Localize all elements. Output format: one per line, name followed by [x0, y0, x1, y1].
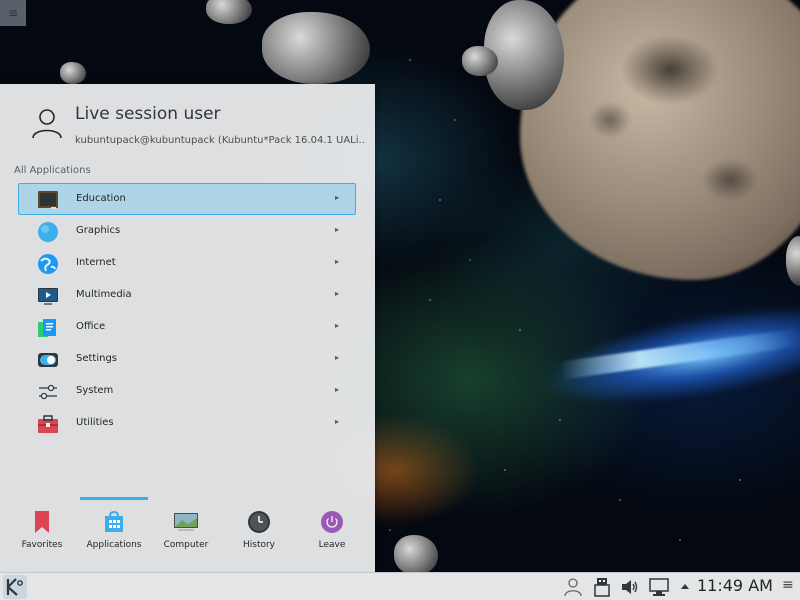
tab-leave[interactable]: Leave [296, 496, 368, 572]
user-name: Live session user [75, 104, 221, 124]
asteroid-small [262, 12, 370, 84]
chevron-right-icon: ▸ [334, 417, 339, 426]
volume-icon[interactable] [620, 577, 640, 597]
usb-icon[interactable] [592, 577, 612, 597]
tab-label: Applications [86, 540, 142, 550]
graphics-icon [38, 222, 58, 242]
chevron-right-icon: ▸ [334, 193, 339, 202]
clock-icon [248, 511, 270, 533]
desktop-toolbox-button[interactable]: ≡ [0, 0, 26, 26]
computer-icon [174, 513, 198, 531]
category-education[interactable]: Education ▸ [18, 183, 356, 215]
section-title: All Applications [14, 165, 91, 176]
category-office[interactable]: Office ▸ [18, 311, 356, 343]
category-multimedia[interactable]: Multimedia ▸ [18, 279, 356, 311]
tab-history[interactable]: History [223, 496, 295, 572]
chevron-right-icon: ▸ [334, 289, 339, 298]
category-system[interactable]: System ▸ [18, 375, 356, 407]
utilities-icon [38, 415, 58, 433]
category-label: Multimedia [76, 289, 132, 300]
applications-icon [105, 510, 123, 532]
tab-label: Computer [163, 540, 209, 550]
asteroid-small [60, 62, 86, 84]
tab-favorites[interactable]: Favorites [6, 496, 78, 572]
chevron-right-icon: ▸ [334, 321, 339, 330]
settings-icon [38, 353, 58, 367]
network-icon[interactable] [649, 577, 669, 597]
user-hostname: kubuntupack@kubuntupack (Kubuntu*Pack 16… [75, 135, 365, 146]
user-header: Live session user kubuntupack@kubuntupac… [0, 84, 375, 154]
category-label: System [76, 385, 114, 396]
asteroid-small [462, 46, 498, 76]
multimedia-icon [38, 288, 58, 305]
tab-computer[interactable]: Computer [150, 496, 222, 572]
taskbar-panel: 11:49 AM ≡ [0, 572, 800, 600]
category-label: Graphics [76, 225, 121, 236]
category-graphics[interactable]: Graphics ▸ [18, 215, 356, 247]
chevron-right-icon: ▸ [334, 225, 339, 234]
tab-applications[interactable]: Applications [78, 496, 150, 572]
user-avatar-icon[interactable] [30, 106, 64, 140]
tab-label: Leave [318, 540, 346, 550]
active-tab-indicator [80, 497, 148, 500]
category-utilities[interactable]: Utilities ▸ [18, 407, 356, 439]
category-label: Office [76, 321, 106, 332]
office-icon [38, 319, 56, 337]
category-label: Education [76, 193, 126, 204]
asteroid-small [394, 535, 438, 575]
chevron-right-icon: ▸ [334, 385, 339, 394]
tab-label: History [242, 540, 276, 550]
menu-icon[interactable]: ≡ [782, 577, 794, 593]
education-icon [38, 191, 58, 209]
tab-label: Favorites [21, 540, 63, 550]
application-category-list: Education ▸ Graphics ▸ Internet ▸ Multim… [18, 183, 356, 439]
internet-icon [38, 254, 58, 274]
category-label: Internet [76, 257, 116, 268]
bookmark-icon [35, 511, 49, 533]
category-settings[interactable]: Settings ▸ [18, 343, 356, 375]
user-icon[interactable] [563, 577, 583, 597]
power-icon [321, 511, 343, 533]
expand-arrow-icon[interactable] [679, 577, 691, 597]
category-label: Settings [76, 353, 118, 364]
category-label: Utilities [76, 417, 114, 428]
chevron-right-icon: ▸ [334, 353, 339, 362]
category-internet[interactable]: Internet ▸ [18, 247, 356, 279]
launcher-tab-bar: Favorites Applications Computer History … [0, 496, 375, 572]
application-launcher: Live session user kubuntupack@kubuntupac… [0, 84, 375, 572]
kde-logo-icon[interactable] [3, 575, 27, 599]
digital-clock[interactable]: 11:49 AM [697, 576, 773, 595]
chevron-right-icon: ▸ [334, 257, 339, 266]
system-icon [39, 384, 57, 400]
